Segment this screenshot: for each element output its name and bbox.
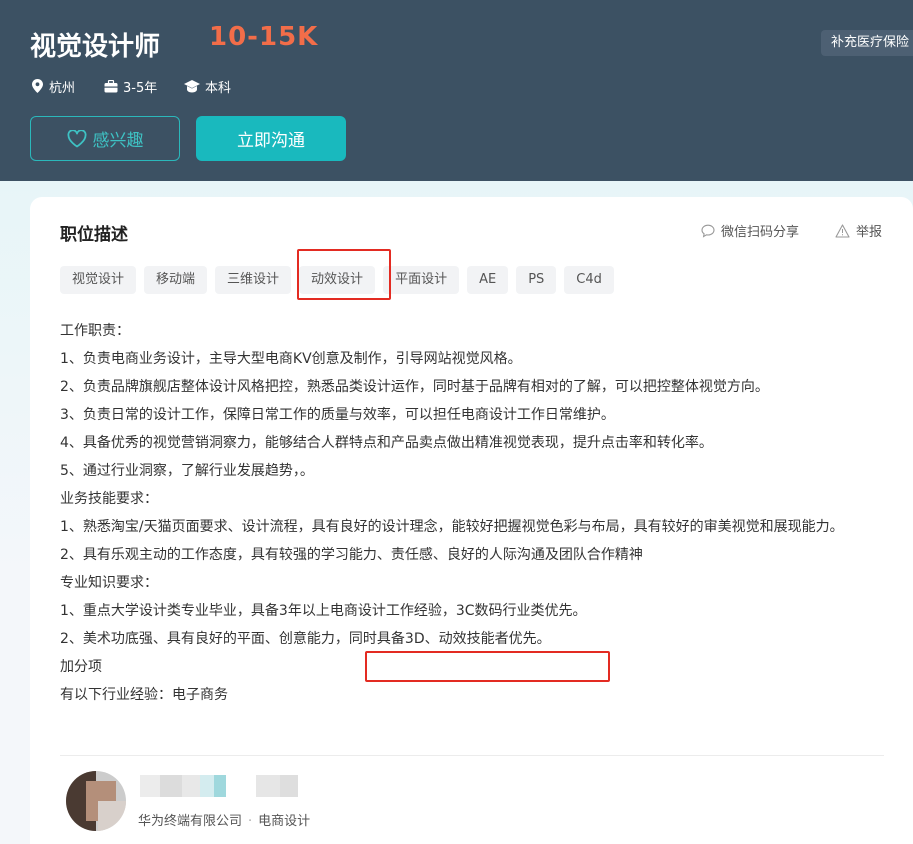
chat-button-label: 立即沟通: [237, 131, 305, 151]
description-line: 2、具有乐观主动的工作态度，具有较强的学习能力、责任感、良好的人际沟通及团队合作…: [60, 547, 643, 563]
job-education: 本科: [184, 77, 232, 96]
skill-tags: 视觉设计 移动端 三维设计 动效设计 平面设计 AE PS C4d: [60, 266, 614, 294]
graduation-cap-icon: [184, 79, 200, 92]
chat-now-button[interactable]: 立即沟通: [196, 116, 346, 161]
skill-tag[interactable]: PS: [516, 266, 557, 294]
description-line: 加分项: [60, 659, 102, 675]
description-line: 5、通过行业洞察，了解行业发展趋势，。: [60, 463, 314, 479]
chat-bubble-icon: [701, 224, 715, 238]
description-line: 2、美术功底强、具有良好的平面、创意能力，同时具备3D、动效技能者优先。: [60, 631, 551, 647]
job-description-text: 工作职责： 1、负责电商业务设计，主导大型电商KV创意及制作，引导网站视觉风格。…: [60, 317, 890, 709]
separator-dot: ·: [248, 814, 253, 829]
recruiter-company-info: 华为终端有限公司 · 电商设计: [138, 810, 310, 829]
skill-tag[interactable]: 移动端: [144, 266, 208, 294]
description-line: 1、负责电商业务设计，主导大型电商KV创意及制作，引导网站视觉风格。: [60, 351, 522, 367]
job-location: 杭州: [31, 77, 76, 96]
warning-icon: [835, 223, 850, 238]
skill-tag[interactable]: C4d: [564, 266, 614, 294]
recruiter-avatar[interactable]: [66, 771, 126, 831]
skill-tag[interactable]: 视觉设计: [60, 266, 137, 294]
wechat-share-link[interactable]: 微信扫码分享: [701, 221, 799, 240]
description-line: 工作职责：: [60, 323, 130, 339]
interest-button[interactable]: 感兴趣: [30, 116, 180, 161]
briefcase-icon: [104, 79, 118, 92]
description-line: 3、负责日常的设计工作，保障日常工作的质量与效率，可以担任电商设计工作日常维护。: [60, 407, 615, 423]
salary: 10-15K: [209, 22, 319, 52]
recruiter-name-blurred: [140, 775, 298, 797]
breadcrumb-fragment: ▬▬: [28, 0, 54, 4]
job-header: ▬▬ 视觉设计师 10-15K 补充医疗保险 杭州 3-5年 本科 感兴趣 立即…: [0, 0, 913, 181]
experience-value: 3-5年: [123, 80, 158, 96]
description-line: 有以下行业经验：电子商务: [60, 687, 228, 703]
job-title: 视觉设计师: [30, 32, 161, 62]
section-title: 职位描述: [60, 225, 128, 245]
education-value: 本科: [205, 80, 232, 96]
recruiter-role: 电商设计: [258, 814, 311, 829]
interest-button-label: 感兴趣: [92, 131, 144, 151]
report-label: 举报: [856, 225, 883, 240]
skill-tag[interactable]: 平面设计: [383, 266, 460, 294]
share-label: 微信扫码分享: [721, 225, 800, 240]
skill-tag[interactable]: 动效设计: [299, 266, 376, 294]
skill-tag[interactable]: 三维设计: [215, 266, 292, 294]
job-experience: 3-5年: [104, 77, 158, 96]
description-line: 1、重点大学设计类专业毕业，具备3年以上电商设计工作经验，3C数码行业类优先。: [60, 603, 587, 619]
skill-tag[interactable]: AE: [467, 266, 509, 294]
location-pin-icon: [32, 79, 43, 93]
report-link[interactable]: 举报: [835, 221, 882, 240]
benefit-tag: 补充医疗保险: [821, 30, 913, 56]
heart-icon: [67, 129, 86, 147]
description-line: 业务技能要求：: [60, 491, 158, 507]
description-line: 1、熟悉淘宝/天猫页面要求、设计流程，具有良好的设计理念，能较好把握视觉色彩与布…: [60, 519, 844, 535]
description-line: 2、负责品牌旗舰店整体设计风格把控，熟悉品类设计运作，同时基于品牌有相对的了解，…: [60, 379, 769, 395]
company-name[interactable]: 华为终端有限公司: [138, 814, 242, 829]
job-description-card: 职位描述 微信扫码分享 举报 视觉设计 移动端 三维设计 动效设计 平面设计 A…: [30, 197, 913, 844]
description-line: 4、具备优秀的视觉营销洞察力，能够结合人群特点和产品卖点做出精准视觉表现，提升点…: [60, 435, 713, 451]
section-divider: [60, 755, 884, 756]
job-city: 杭州: [49, 80, 76, 96]
description-line: 专业知识要求：: [60, 575, 158, 591]
